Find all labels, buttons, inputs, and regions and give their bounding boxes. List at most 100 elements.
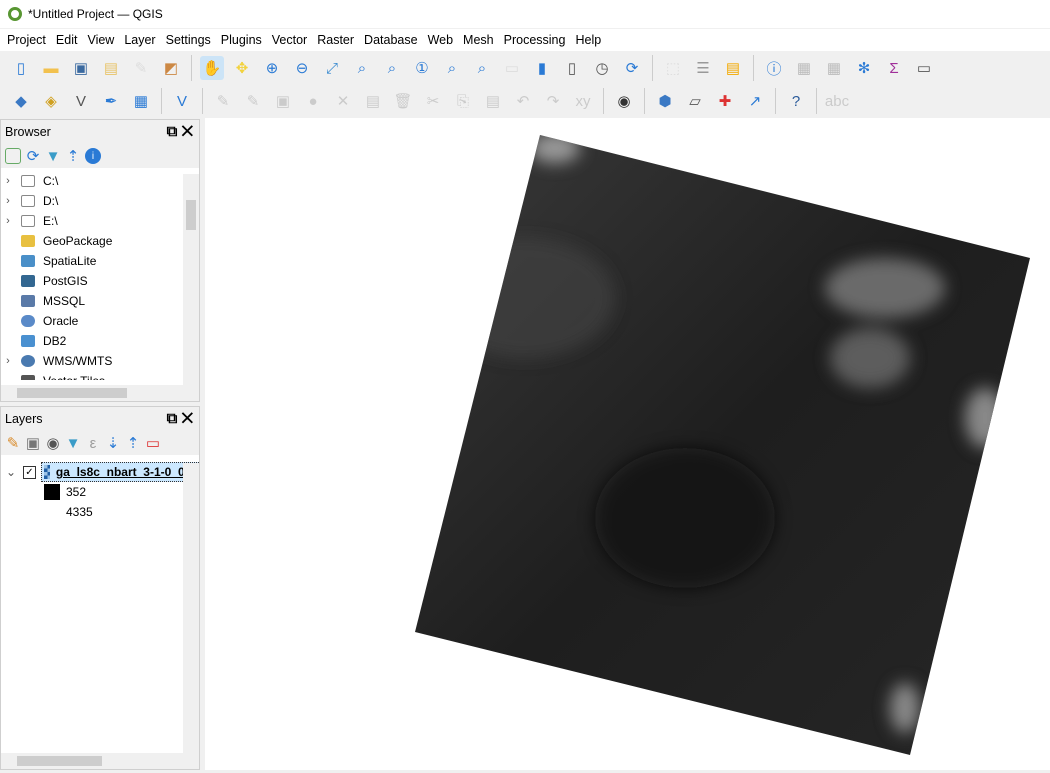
browser-item[interactable]: DB2 xyxy=(1,331,199,351)
copy-icon[interactable]: ⎘ xyxy=(451,89,475,113)
zoom-selection-icon[interactable]: ⌕ xyxy=(350,56,374,80)
zoom-layer-icon[interactable]: ⌕ xyxy=(380,56,404,80)
browser-item[interactable]: MSSQL xyxy=(1,291,199,311)
visibility-icon[interactable]: ◉ xyxy=(45,435,61,452)
menu-project[interactable]: Project xyxy=(2,33,51,47)
cut-icon[interactable]: ✂ xyxy=(421,89,445,113)
temporal-icon[interactable]: ◷ xyxy=(590,56,614,80)
browser-item[interactable]: GeoPackage xyxy=(1,231,199,251)
add-selected-icon[interactable] xyxy=(5,148,21,164)
edit-attrs-icon[interactable]: ▤ xyxy=(361,89,385,113)
info-icon[interactable]: i xyxy=(85,148,101,164)
refresh-icon[interactable]: ⟳ xyxy=(620,56,644,80)
undo-icon[interactable]: ↶ xyxy=(511,89,535,113)
zoom-last-icon[interactable]: ⌕ xyxy=(440,56,464,80)
browser-item[interactable]: › D:\ xyxy=(1,191,199,211)
add-layers-icon[interactable]: ◆ xyxy=(9,89,33,113)
browser-item[interactable]: › E:\ xyxy=(1,211,199,231)
layer-visibility-checkbox[interactable]: ✓ xyxy=(23,465,36,479)
zoom-out-icon[interactable]: ⊖ xyxy=(290,56,314,80)
layer-item[interactable]: ⌄ ✓ ga_ls8c_nbart_3-1-0_091 xyxy=(6,462,199,482)
collapse-all-icon[interactable]: ⇡ xyxy=(125,435,141,452)
georef-icon[interactable]: ✚ xyxy=(713,89,737,113)
close-icon[interactable]: ✕ xyxy=(182,410,193,427)
chevron-right-icon[interactable]: › xyxy=(1,355,15,367)
mesh-layer-icon[interactable]: V xyxy=(170,89,194,113)
zoom-in-icon[interactable]: ⊕ xyxy=(260,56,284,80)
field-calc-icon[interactable]: ▦ xyxy=(822,56,846,80)
pan-icon[interactable]: ✋ xyxy=(200,56,224,80)
menu-settings[interactable]: Settings xyxy=(161,33,216,47)
select-features-icon[interactable]: ⬚ xyxy=(661,56,685,80)
style-icon[interactable]: ✎ xyxy=(5,435,21,452)
new-map-view-icon[interactable]: ▭ xyxy=(500,56,524,80)
menu-mesh[interactable]: Mesh xyxy=(458,33,499,47)
browser-scrollbar-h[interactable] xyxy=(1,385,199,401)
layout-manager-icon[interactable]: ✎ xyxy=(129,56,153,80)
open-table-icon[interactable]: ▦ xyxy=(792,56,816,80)
toggle-edit-icon[interactable]: ✎ xyxy=(241,89,265,113)
new-vector-icon[interactable]: V xyxy=(69,89,93,113)
menu-vector[interactable]: Vector xyxy=(267,33,312,47)
save-project-icon[interactable]: ▣ xyxy=(69,56,93,80)
add-group-icon[interactable]: ▣ xyxy=(25,435,41,452)
browser-item[interactable]: PostGIS xyxy=(1,271,199,291)
filter-icon[interactable]: ▼ xyxy=(65,435,81,452)
filter-icon[interactable]: ▼ xyxy=(45,148,61,165)
expression-icon[interactable]: ε xyxy=(85,435,101,452)
browser-item[interactable]: › WMS/WMTS xyxy=(1,351,199,371)
float-icon[interactable]: ⧉ xyxy=(167,410,178,427)
expand-all-icon[interactable]: ⇣ xyxy=(105,435,121,452)
virtual-layer-icon[interactable]: ▦ xyxy=(129,89,153,113)
profile-icon[interactable]: ↗ xyxy=(743,89,767,113)
remove-layer-icon[interactable]: ▭ xyxy=(145,435,161,452)
python-icon[interactable]: ⬢ xyxy=(653,89,677,113)
float-icon[interactable]: ⧉ xyxy=(167,123,178,140)
style-manager-icon[interactable]: ◩ xyxy=(159,56,183,80)
menu-view[interactable]: View xyxy=(82,33,119,47)
processing-icon[interactable]: ▱ xyxy=(683,89,707,113)
pan-to-selection-icon[interactable]: ✥ xyxy=(230,56,254,80)
browser-item[interactable]: SpatiaLite xyxy=(1,251,199,271)
add-feature-icon[interactable]: ● xyxy=(301,89,325,113)
menu-help[interactable]: Help xyxy=(570,33,606,47)
bookmarks-icon[interactable]: ▯ xyxy=(560,56,584,80)
add-wms-icon[interactable]: ◈ xyxy=(39,89,63,113)
redo-icon[interactable]: ↷ xyxy=(541,89,565,113)
save-edits-icon[interactable]: ▣ xyxy=(271,89,295,113)
label-xy-icon[interactable]: xy xyxy=(571,89,595,113)
browser-item[interactable]: Vector Tiles xyxy=(1,371,199,380)
new-project-icon[interactable]: ▯ xyxy=(9,56,33,80)
identify-icon[interactable]: ⓘ xyxy=(762,56,786,80)
chevron-down-icon[interactable]: ⌄ xyxy=(6,465,16,479)
zoom-full-icon[interactable]: ⤢ xyxy=(320,56,344,80)
menu-layer[interactable]: Layer xyxy=(119,33,160,47)
zoom-next-icon[interactable]: ⌕ xyxy=(470,56,494,80)
statistics-icon[interactable]: ✻ xyxy=(852,56,876,80)
new-3d-view-icon[interactable]: ▮ xyxy=(530,56,554,80)
new-print-layout-icon[interactable]: ▤ xyxy=(99,56,123,80)
layers-scrollbar-h[interactable] xyxy=(1,753,199,769)
chevron-right-icon[interactable]: › xyxy=(1,195,15,207)
browser-item[interactable]: Oracle xyxy=(1,311,199,331)
menu-raster[interactable]: Raster xyxy=(312,33,359,47)
menu-plugins[interactable]: Plugins xyxy=(216,33,267,47)
chevron-right-icon[interactable]: › xyxy=(1,175,15,187)
layers-scrollbar-v[interactable] xyxy=(183,463,199,755)
menu-web[interactable]: Web xyxy=(423,33,458,47)
help-icon[interactable]: ? xyxy=(784,89,808,113)
geocode-icon[interactable]: ◉ xyxy=(612,89,636,113)
chevron-right-icon[interactable]: › xyxy=(1,215,15,227)
open-project-icon[interactable]: ▬ xyxy=(39,56,63,80)
menu-processing[interactable]: Processing xyxy=(499,33,571,47)
collapse-all-icon[interactable]: ⇡ xyxy=(65,148,81,165)
zoom-native-icon[interactable]: ① xyxy=(410,56,434,80)
attribute-table-icon[interactable]: ☰ xyxy=(691,56,715,80)
measure-icon[interactable]: ▭ xyxy=(912,56,936,80)
menu-database[interactable]: Database xyxy=(359,33,423,47)
close-icon[interactable]: ✕ xyxy=(182,123,193,140)
vertex-tool-icon[interactable]: ✕ xyxy=(331,89,355,113)
deselect-icon[interactable]: ▤ xyxy=(721,56,745,80)
browser-scrollbar-v[interactable] xyxy=(183,174,199,386)
sum-icon[interactable]: Σ xyxy=(882,56,906,80)
